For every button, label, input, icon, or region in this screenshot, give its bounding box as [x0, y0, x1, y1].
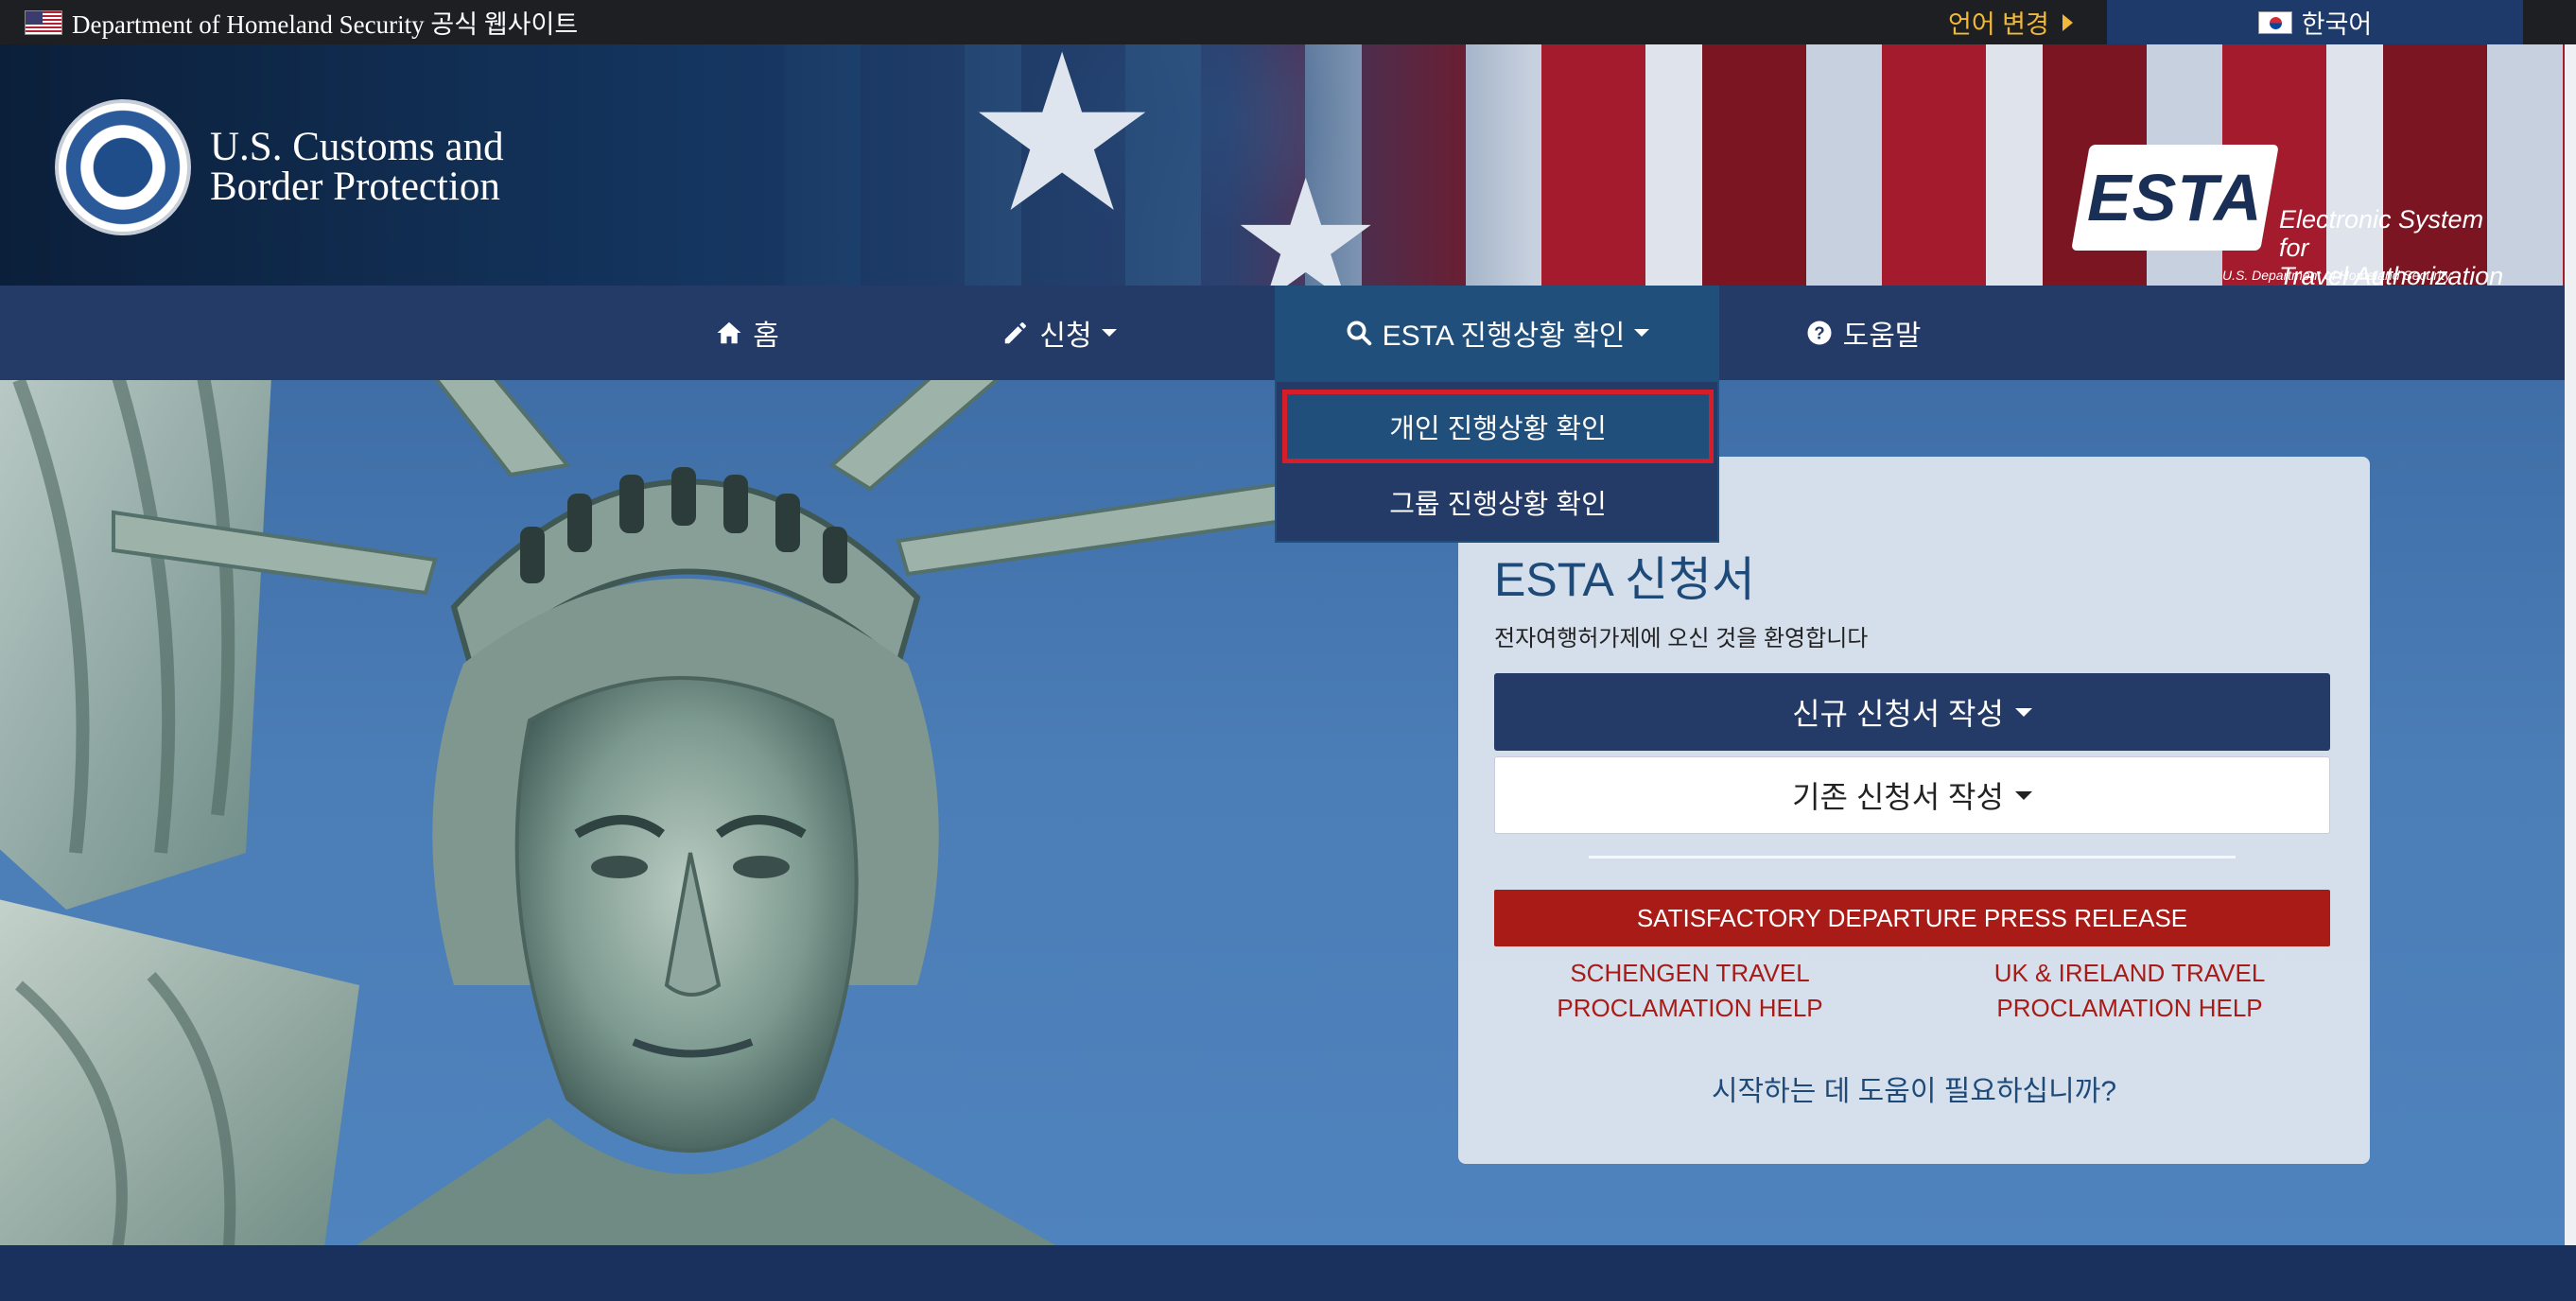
gov-banner: Department of Homeland Security 공식 웹사이트 … — [0, 0, 2576, 44]
agency-name-line1: U.S. Customs and — [210, 125, 504, 169]
gov-banner-text: Department of Homeland Security 공식 웹사이트 — [72, 10, 579, 39]
gov-banner-left: Department of Homeland Security 공식 웹사이트 — [25, 0, 578, 44]
esta-application-panel: ESTA 신청서 전자여행허가제에 오신 것을 환영합니다 신규 신청서 작성 … — [1458, 457, 2370, 1164]
new-application-label: 신규 신청서 작성 — [1792, 697, 2004, 731]
dhs-seal-icon — [55, 99, 191, 235]
language-change-toggle[interactable]: 언어 변경 — [1948, 0, 2073, 44]
footer-band — [0, 1245, 2576, 1301]
language-change-label: 언어 변경 — [1948, 10, 2049, 39]
caret-down-icon — [1634, 329, 1650, 337]
statue-of-liberty-image — [0, 380, 1343, 1245]
esta-full-name-line1: Electronic System for — [2279, 205, 2484, 262]
dropdown-item-group-status[interactable]: 그룹 진행상황 확인 — [1282, 465, 1714, 539]
getting-started-help-link[interactable]: 시작하는 데 도움이 필요하십니까? — [1458, 1067, 2370, 1109]
satisfactory-departure-button[interactable]: SATISFACTORY DEPARTURE PRESS RELEASE — [1494, 890, 2330, 946]
nav-status-check[interactable]: ESTA 진행상황 확인 — [1275, 286, 1719, 380]
nav-home[interactable]: 홈 — [653, 286, 842, 380]
caret-down-icon — [1101, 329, 1117, 337]
caret-down-icon — [2014, 707, 2032, 717]
nav-help[interactable]: ? 도움말 — [1759, 286, 1967, 380]
page-scrollbar[interactable] — [2565, 44, 2576, 1245]
dropdown-item-individual-status[interactable]: 개인 진행상황 확인 — [1282, 390, 1714, 463]
question-circle-icon: ? — [1807, 321, 1832, 345]
svg-text:?: ? — [1814, 322, 1824, 342]
nav-help-label: 도움말 — [1842, 321, 1922, 352]
uk-ireland-help-line2: PROCLAMATION HELP — [1996, 994, 2263, 1022]
esta-logo-box: ESTA — [2071, 145, 2279, 251]
pencil-icon — [1005, 322, 1027, 344]
agency-name-line2: Border Protection — [210, 165, 500, 209]
korean-flag-icon — [2257, 10, 2292, 34]
search-icon — [1347, 321, 1371, 346]
panel-welcome-text: 전자여행허가제에 오신 것을 환영합니다 — [1494, 626, 1869, 651]
new-application-button[interactable]: 신규 신청서 작성 — [1494, 673, 2330, 751]
esta-logo-word: ESTA — [2087, 161, 2263, 234]
current-language-button[interactable]: 한국어 — [2107, 0, 2523, 44]
flag-star-decoration: ★ — [965, 12, 1160, 255]
site-header: ★ ★ U.S. Customs and Border Protection E… — [0, 26, 2576, 328]
us-flag-icon — [25, 9, 62, 35]
esta-dept-label: U.S. Department of Homeland Security — [2222, 268, 2451, 283]
agency-name: U.S. Customs and Border Protection — [210, 125, 504, 209]
existing-application-label: 기존 신청서 작성 — [1792, 780, 2004, 814]
schengen-help-link[interactable]: SCHENGEN TRAVEL PROCLAMATION HELP — [1496, 956, 1884, 1026]
panel-title: ESTA 신청서 — [1494, 553, 1756, 606]
home-icon — [717, 321, 741, 344]
nav-apply[interactable]: 신청 — [965, 286, 1154, 380]
nav-home-label: 홈 — [753, 321, 779, 352]
nav-apply-label: 신청 — [1039, 321, 1092, 352]
esta-logo[interactable]: ESTA Electronic System for Travel Author… — [2071, 101, 2506, 290]
existing-application-button[interactable]: 기존 신청서 작성 — [1494, 756, 2330, 834]
schengen-help-line2: PROCLAMATION HELP — [1557, 994, 1823, 1022]
status-check-dropdown: 개인 진행상황 확인 그룹 진행상황 확인 — [1275, 380, 1719, 543]
current-language-label: 한국어 — [2301, 10, 2373, 39]
caret-right-icon — [2062, 13, 2073, 31]
uk-ireland-help-line1: UK & IRELAND TRAVEL — [1993, 959, 2266, 987]
nav-status-label: ESTA 진행상황 확인 — [1382, 321, 1626, 352]
panel-divider — [1589, 856, 2236, 859]
schengen-help-line1: SCHENGEN TRAVEL — [1570, 959, 1810, 987]
cbp-logo-link[interactable]: U.S. Customs and Border Protection — [55, 99, 504, 235]
uk-ireland-help-link[interactable]: UK & IRELAND TRAVEL PROCLAMATION HELP — [1931, 956, 2328, 1026]
caret-down-icon — [2014, 790, 2032, 800]
main-nav: 홈 신청 ESTA 진행상황 확인 ? 도움말 — [0, 286, 2576, 380]
